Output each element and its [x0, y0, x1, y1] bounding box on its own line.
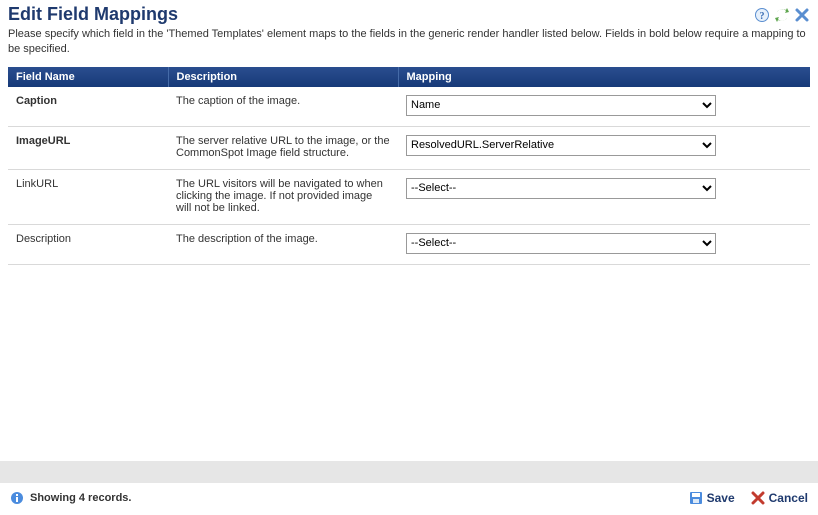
col-header-description: Description — [168, 67, 398, 87]
separator-bar — [0, 461, 818, 483]
intro-text: Please specify which field in the 'Theme… — [0, 25, 818, 67]
cancel-button[interactable]: Cancel — [751, 491, 808, 505]
description-cell: The server relative URL to the image, or… — [168, 126, 398, 169]
mapping-cell: ResolvedURL.ServerRelative — [398, 126, 810, 169]
save-button[interactable]: Save — [689, 491, 735, 505]
records-text: Showing 4 records. — [30, 492, 131, 504]
save-label: Save — [707, 491, 735, 505]
cancel-label: Cancel — [769, 491, 808, 505]
table-row: CaptionThe caption of the image. Name — [8, 87, 810, 127]
cancel-icon — [751, 491, 765, 505]
field-name-cell: Description — [8, 224, 168, 264]
refresh-icon[interactable] — [774, 7, 790, 23]
mapping-cell: Name — [398, 87, 810, 127]
table-row: DescriptionThe description of the image.… — [8, 224, 810, 264]
field-name-cell: ImageURL — [8, 126, 168, 169]
col-header-mapping: Mapping — [398, 67, 810, 87]
close-icon[interactable] — [794, 7, 810, 23]
mapping-cell: --Select-- — [398, 224, 810, 264]
description-cell: The description of the image. — [168, 224, 398, 264]
description-cell: The URL visitors will be navigated to wh… — [168, 169, 398, 224]
mapping-table: Field Name Description Mapping CaptionTh… — [8, 67, 810, 265]
page-title: Edit Field Mappings — [8, 4, 178, 25]
table-row: ImageURLThe server relative URL to the i… — [8, 126, 810, 169]
table-row: LinkURLThe URL visitors will be navigate… — [8, 169, 810, 224]
description-cell: The caption of the image. — [168, 87, 398, 127]
mapping-select[interactable]: --Select-- — [406, 233, 716, 254]
header-actions: ? — [754, 7, 810, 23]
info-icon — [10, 491, 24, 505]
mapping-select[interactable]: Name — [406, 95, 716, 116]
col-header-field: Field Name — [8, 67, 168, 87]
mapping-cell: --Select-- — [398, 169, 810, 224]
mapping-select[interactable]: --Select-- — [406, 178, 716, 199]
help-icon[interactable]: ? — [754, 7, 770, 23]
field-name-cell: LinkURL — [8, 169, 168, 224]
field-name-cell: Caption — [8, 87, 168, 127]
mapping-select[interactable]: ResolvedURL.ServerRelative — [406, 135, 716, 156]
svg-text:?: ? — [760, 11, 765, 22]
save-icon — [689, 491, 703, 505]
